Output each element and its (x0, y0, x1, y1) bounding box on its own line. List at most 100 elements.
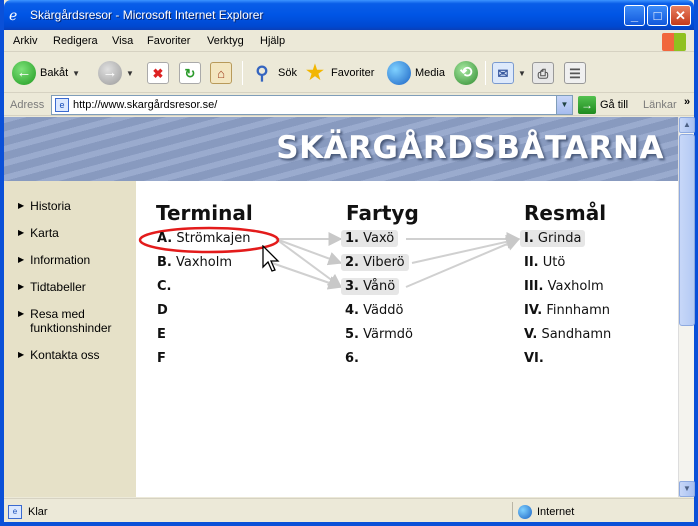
nav-item-historia[interactable]: ▶ Historia (18, 199, 136, 213)
row-name: Viberö (363, 255, 405, 270)
windows-logo-icon (662, 33, 686, 51)
browser-window: ℯ Skärgårdsresor - Microsoft Internet Ex… (0, 0, 698, 526)
row-key: VI. (524, 351, 544, 366)
mouse-cursor-icon (262, 245, 280, 272)
terminal-row-b[interactable]: B. Vaxholm (153, 254, 236, 271)
go-button[interactable]: → Gå till (578, 96, 628, 114)
nav-item-karta[interactable]: ▶ Karta (18, 226, 136, 240)
menu-verktyg[interactable]: Verktyg (207, 35, 244, 47)
row-key: 1. (345, 231, 359, 246)
nav-label[interactable]: Kontakta oss (30, 348, 99, 362)
terminal-row-c[interactable]: C. (153, 278, 175, 295)
nav-label[interactable]: Resa med funktionshinder (30, 307, 136, 335)
row-key: V. (524, 327, 538, 342)
resmal-row-iii[interactable]: III. Vaxholm (520, 278, 608, 295)
nav-item-resa-med-funktionshinder[interactable]: ▶ Resa med funktionshinder (18, 307, 136, 335)
back-dropdown-icon[interactable]: ▼ (72, 69, 80, 78)
menu-bar: Arkiv Redigera Visa Favoriter Verktyg Hj… (4, 30, 694, 52)
fartyg-row-6[interactable]: 6. (341, 350, 363, 367)
terminal-row-a[interactable]: A. Strömkajen (153, 230, 255, 247)
scroll-thumb[interactable] (679, 134, 695, 326)
security-zone[interactable]: Internet (518, 505, 574, 519)
nav-item-tidtabeller[interactable]: ▶ Tidtabeller (18, 280, 136, 294)
fartyg-row-1[interactable]: 1. Vaxö (341, 230, 399, 247)
fartyg-row-3[interactable]: 3. Vånö (341, 278, 400, 295)
terminal-row-d[interactable]: D (153, 302, 172, 319)
menu-favoriter[interactable]: Favoriter (147, 35, 190, 47)
links-label[interactable]: Länkar (643, 99, 677, 111)
row-name: Sandhamn (541, 327, 612, 342)
menu-hjalp[interactable]: Hjälp (260, 35, 285, 47)
row-name: Väddö (363, 303, 404, 318)
go-label: Gå till (600, 99, 629, 111)
fartyg-row-2[interactable]: 2. Viberö (341, 254, 409, 271)
stop-button[interactable]: ✖ (147, 59, 169, 87)
favorites-button[interactable]: ★ Favoriter (303, 59, 374, 87)
home-button[interactable]: ⌂ (210, 59, 232, 87)
search-icon: ⚲ (255, 63, 269, 83)
row-name: Vaxholm (547, 279, 604, 294)
history-button[interactable]: ⟲ (454, 59, 478, 87)
nav-label[interactable]: Historia (30, 199, 71, 213)
toolbar-separator (485, 61, 486, 85)
internet-globe-icon (518, 505, 532, 519)
title-bar[interactable]: ℯ Skärgårdsresor - Microsoft Internet Ex… (4, 0, 694, 30)
nav-label[interactable]: Karta (30, 226, 59, 240)
nav-item-kontakta-oss[interactable]: ▶ Kontakta oss (18, 348, 136, 362)
resmal-row-i[interactable]: I. Grinda (520, 230, 586, 247)
page-icon: e (55, 98, 69, 112)
print-button[interactable]: ⎙ (532, 59, 554, 87)
nav-label[interactable]: Tidtabeller (30, 280, 86, 294)
status-text: Klar (28, 506, 48, 518)
vertical-scrollbar[interactable]: ▲ ▼ (678, 117, 695, 497)
nav-bullet-icon: ▶ (18, 228, 25, 237)
terminal-row-f[interactable]: F (153, 350, 170, 367)
search-button[interactable]: ⚲ Sök (250, 59, 297, 87)
terminal-row-e[interactable]: E (153, 326, 170, 343)
address-label: Adress (10, 99, 45, 111)
nav-bullet-icon: ▶ (18, 255, 25, 264)
window-title: Skärgårdsresor - Microsoft Internet Expl… (30, 8, 264, 22)
address-input[interactable]: e http://www.skargårdsresor.se/ ▼ (51, 95, 573, 115)
mail-button[interactable]: ✉ ▼ (492, 59, 526, 87)
resmal-row-ii[interactable]: II. Utö (520, 254, 569, 271)
resmal-row-iv[interactable]: IV. Finnhamn (520, 302, 614, 319)
maximize-button[interactable]: □ (647, 5, 668, 26)
nav-bullet-icon: ▶ (18, 201, 25, 210)
menu-redigera[interactable]: Redigera (53, 35, 98, 47)
address-url[interactable]: http://www.skargårdsresor.se/ (73, 99, 217, 111)
forward-dropdown-icon[interactable]: ▼ (126, 69, 134, 78)
nav-bullet-icon: ▶ (18, 350, 25, 359)
media-button[interactable]: Media (387, 59, 445, 87)
scroll-up-icon[interactable]: ▲ (679, 117, 695, 133)
nav-bullet-icon: ▶ (18, 282, 25, 291)
fartyg-row-4[interactable]: 4. Väddö (341, 302, 407, 319)
status-bar: e Klar Internet (4, 498, 694, 522)
links-chevron-icon[interactable]: » (684, 96, 690, 108)
fartyg-row-5[interactable]: 5. Värmdö (341, 326, 417, 343)
close-button[interactable]: ✕ (670, 5, 691, 26)
mail-dropdown-icon[interactable]: ▼ (518, 69, 526, 78)
refresh-button[interactable]: ↻ (179, 59, 201, 87)
row-key: B. (157, 255, 172, 270)
nav-item-information[interactable]: ▶ Information (18, 253, 136, 267)
menu-visa[interactable]: Visa (112, 35, 133, 47)
favorites-star-icon: ★ (306, 62, 324, 84)
connector-arrow (275, 238, 343, 288)
nav-label[interactable]: Information (30, 253, 90, 267)
ie-logo-icon: ℯ (9, 7, 18, 23)
row-key: 3. (345, 279, 359, 294)
back-button[interactable]: ← Bakåt ▼ (12, 59, 80, 87)
resmal-row-v[interactable]: V. Sandhamn (520, 326, 615, 343)
menu-arkiv[interactable]: Arkiv (13, 35, 37, 47)
resmal-row-vi[interactable]: VI. (520, 350, 548, 367)
edit-button[interactable]: ☰ (564, 59, 586, 87)
status-divider (512, 502, 513, 520)
row-key: 2. (345, 255, 359, 270)
scroll-down-icon[interactable]: ▼ (679, 481, 695, 497)
address-dropdown-icon[interactable]: ▼ (556, 96, 572, 114)
forward-button[interactable]: → ▼ (98, 59, 134, 87)
toolbar-separator (242, 61, 243, 85)
row-key: 4. (345, 303, 359, 318)
minimize-button[interactable]: _ (624, 5, 645, 26)
